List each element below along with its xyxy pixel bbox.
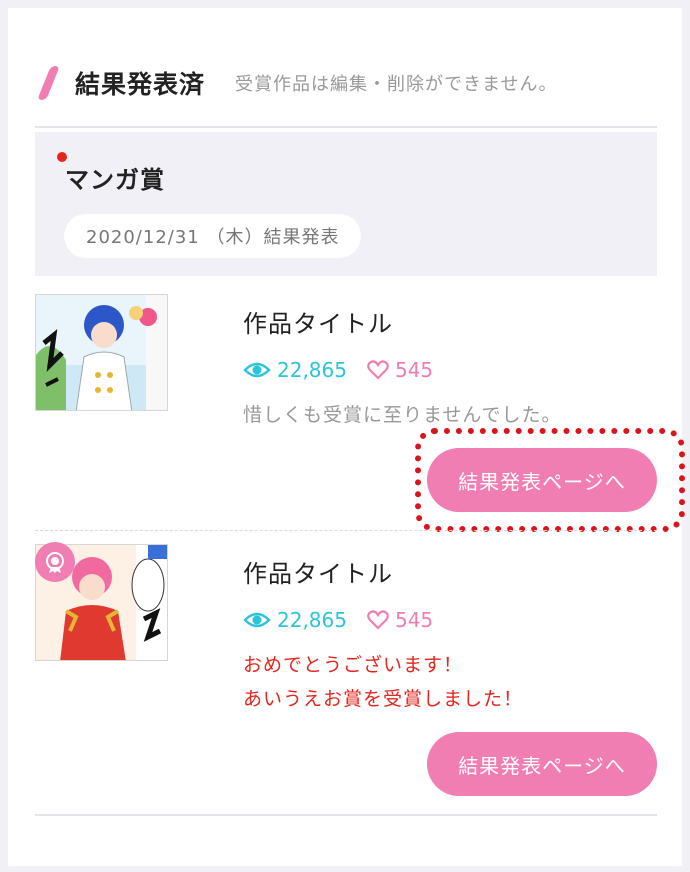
likes-value: 545	[394, 358, 434, 382]
slash-accent-icon	[37, 66, 60, 100]
award-message-line: あいうえお賞を受賞しました！	[243, 688, 524, 710]
results-card: 結果発表済 受賞作品は編集・削除ができません。 マンガ賞 2020/12/31 …	[8, 8, 685, 866]
award-rosette-icon	[35, 542, 75, 582]
result-message: 惜しくも受賞に至りませんでした。	[243, 404, 562, 426]
heart-icon	[367, 610, 389, 630]
result-date-pill: 2020/12/31 （木）結果発表	[64, 214, 362, 258]
divider	[35, 814, 657, 816]
contest-header: マンガ賞 2020/12/31 （木）結果発表	[35, 132, 657, 276]
contest-name: マンガ賞	[65, 166, 165, 194]
eye-icon	[243, 612, 271, 628]
views-value: 22,865	[277, 358, 347, 382]
heart-icon	[367, 360, 389, 380]
entry-item: 作品タイトル 22,865 545 おめでとうございます！ あいうえお賞を受賞し…	[35, 542, 657, 812]
result-page-button[interactable]: 結果発表ページへ	[427, 732, 657, 796]
divider	[35, 126, 657, 128]
entry-title[interactable]: 作品タイトル	[243, 554, 393, 589]
highlight-outline	[415, 428, 685, 532]
views-count: 22,865	[243, 358, 347, 382]
likes-count: 545	[367, 608, 433, 632]
likes-value: 545	[394, 608, 434, 632]
section-title: 結果発表済	[75, 70, 206, 99]
entry-thumbnail[interactable]	[35, 294, 168, 411]
views-value: 22,865	[277, 608, 347, 632]
likes-count: 545	[367, 358, 433, 382]
entry-stats: 22,865 545	[243, 358, 433, 382]
section-header: 結果発表済 受賞作品は編集・削除ができません。	[36, 58, 666, 108]
entry-stats: 22,865 545	[243, 608, 433, 632]
entry-title[interactable]: 作品タイトル	[243, 304, 393, 339]
award-message-line: おめでとうございます！	[243, 654, 464, 676]
views-count: 22,865	[243, 608, 347, 632]
eye-icon	[243, 362, 271, 378]
section-note: 受賞作品は編集・削除ができません。	[235, 74, 558, 95]
divider	[35, 530, 657, 531]
